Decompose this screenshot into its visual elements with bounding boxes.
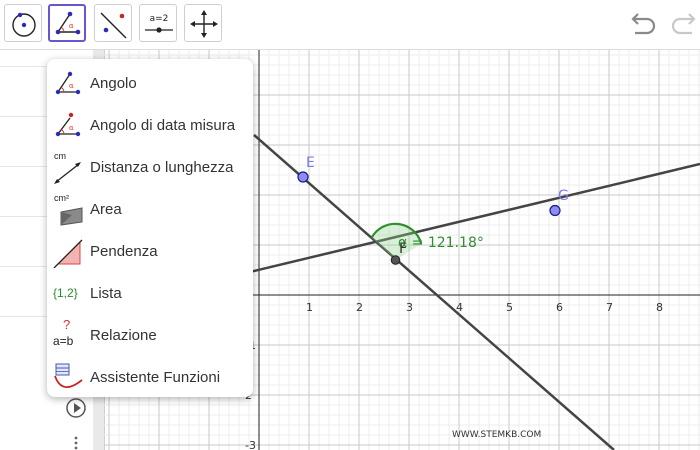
menu-item-label: Distanza o lunghezza bbox=[90, 159, 234, 176]
point-g-label: G bbox=[558, 188, 569, 204]
angle-label: α = 121.18° bbox=[398, 235, 484, 251]
angle-with-given-size-icon: α bbox=[52, 110, 84, 142]
watermark: WWW.STEMKB.COM bbox=[452, 430, 541, 440]
x-tick-label: 8 bbox=[656, 301, 663, 314]
x-tick-label: 1 bbox=[306, 301, 313, 314]
more-vertical-icon[interactable] bbox=[71, 436, 81, 450]
menu-item-label: Pendenza bbox=[90, 243, 158, 260]
point-e-label: E bbox=[306, 155, 315, 171]
circle-tool-button[interactable] bbox=[4, 4, 42, 42]
redo-icon bbox=[671, 13, 696, 35]
point-e[interactable] bbox=[297, 171, 309, 183]
menu-item-label: Angolo bbox=[90, 75, 137, 92]
svg-text:α: α bbox=[69, 124, 74, 132]
menu-item-label: Relazione bbox=[90, 327, 157, 344]
menu-item-angolo[interactable]: α Angolo bbox=[47, 63, 253, 105]
x-tick-label: 5 bbox=[506, 301, 513, 314]
menu-item-assistente-funzioni[interactable]: Assistente Funzioni bbox=[47, 357, 253, 399]
x-tick-label: 2 bbox=[356, 301, 363, 314]
menu-item-relazione[interactable]: ? a=b Relazione bbox=[47, 315, 253, 357]
angle-tool-icon: α bbox=[55, 11, 81, 35]
undo-button[interactable] bbox=[625, 8, 659, 42]
angle-icon: α bbox=[52, 68, 84, 100]
menu-item-area[interactable]: cm² Area bbox=[47, 189, 253, 231]
relation-icon-question: ? bbox=[63, 317, 71, 332]
play-icon[interactable] bbox=[64, 396, 88, 420]
svg-text:α: α bbox=[69, 82, 74, 90]
relation-icon: ? a=b bbox=[52, 317, 84, 352]
line-ef[interactable] bbox=[253, 134, 615, 450]
list-icon-text: {1,2} bbox=[53, 286, 78, 300]
svg-text:a=2: a=2 bbox=[150, 14, 169, 24]
x-tick-label: 7 bbox=[606, 301, 613, 314]
menu-item-distanza-o-lunghezza[interactable]: cm Distanza o lunghezza bbox=[47, 147, 253, 189]
menu-item-label: Area bbox=[90, 201, 122, 218]
area-icon: cm² bbox=[52, 193, 84, 226]
svg-text:α: α bbox=[69, 22, 74, 30]
circle-tool-icon bbox=[12, 12, 36, 37]
point-f-label: F bbox=[399, 241, 407, 257]
menu-item-label: Assistente Funzioni bbox=[90, 369, 221, 386]
function-inspector-icon bbox=[52, 362, 84, 394]
menu-item-angolo-di-data-misura[interactable]: α Angolo di data misura bbox=[47, 105, 253, 147]
x-tick-label: 6 bbox=[556, 301, 563, 314]
menu-item-label: Lista bbox=[90, 285, 122, 302]
distance-icon: cm bbox=[52, 151, 84, 184]
perpendicular-line-tool-button[interactable] bbox=[94, 4, 132, 42]
measure-tools-menu: α Angolo α Angolo di data misura cm Dist… bbox=[47, 59, 253, 397]
point-g[interactable] bbox=[549, 204, 561, 217]
angle-tool-button[interactable]: α bbox=[48, 4, 86, 42]
toolbar: α a=2 bbox=[0, 0, 700, 50]
list-icon: {1,2} bbox=[52, 278, 84, 310]
y-tick-label: -3 bbox=[245, 439, 256, 450]
slider-tool-button[interactable]: a=2 bbox=[139, 4, 177, 42]
perpendicular-line-tool-icon bbox=[100, 12, 127, 39]
menu-item-pendenza[interactable]: Pendenza bbox=[47, 231, 253, 273]
slider-tool-icon: a=2 bbox=[145, 14, 173, 33]
undo-icon bbox=[631, 13, 656, 35]
relation-icon-text: a=b bbox=[53, 334, 74, 348]
slope-icon bbox=[52, 236, 84, 268]
menu-item-lista[interactable]: {1,2} Lista bbox=[47, 273, 253, 315]
menu-item-label: Angolo di data misura bbox=[90, 117, 236, 134]
redo-button[interactable] bbox=[668, 8, 700, 42]
x-tick-label: 3 bbox=[406, 301, 413, 314]
move-graphics-view-icon bbox=[190, 10, 218, 38]
move-graphics-view-button[interactable] bbox=[184, 4, 222, 42]
